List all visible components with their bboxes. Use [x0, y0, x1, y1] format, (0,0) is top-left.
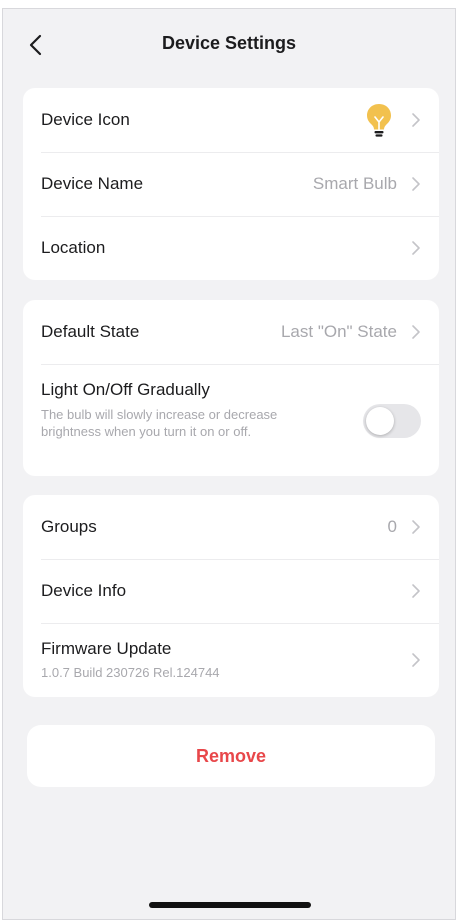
remove-label: Remove — [195, 745, 267, 766]
gradual-text: Light On/Off Gradually The bulb will slo… — [41, 380, 363, 440]
light-behavior-section: Default State Last "On" State Light On/O… — [23, 300, 439, 476]
firmware-version: 1.0.7 Build 230726 Rel.124744 — [41, 665, 220, 680]
chevron-right-icon — [411, 112, 421, 128]
nav-bar: Device Settings — [3, 9, 455, 81]
groups-row[interactable]: Groups 0 — [23, 495, 439, 559]
device-icon-row[interactable]: Device Icon — [23, 88, 439, 152]
chevron-right-icon — [411, 652, 421, 668]
firmware-row[interactable]: Firmware Update 1.0.7 Build 230726 Rel.1… — [23, 623, 439, 697]
gradual-description: The bulb will slowly increase or decreas… — [41, 407, 278, 439]
gradual-row: Light On/Off Gradually The bulb will slo… — [23, 364, 439, 476]
gradual-toggle[interactable] — [363, 404, 421, 438]
gradual-label: Light On/Off Gradually — [41, 380, 210, 399]
chevron-right-icon — [411, 324, 421, 340]
default-state-value: Last "On" State — [280, 322, 397, 341]
chevron-right-icon — [411, 176, 421, 192]
chevron-right-icon — [411, 519, 421, 535]
home-indicator — [149, 902, 311, 908]
screen: Device Settings Device Icon Device Name … — [2, 8, 456, 920]
page-title: Device Settings — [161, 33, 297, 53]
chevron-right-icon — [411, 240, 421, 256]
device-info-row[interactable]: Device Info — [23, 559, 439, 623]
default-state-row[interactable]: Default State Last "On" State — [23, 300, 439, 364]
chevron-right-icon — [411, 583, 421, 599]
lightbulb-icon — [367, 104, 391, 137]
device-info-label: Device Info — [41, 581, 127, 600]
remove-button[interactable]: Remove — [27, 725, 435, 787]
groups-value: 0 — [387, 517, 397, 536]
default-state-label: Default State — [41, 322, 140, 341]
device-name-label: Device Name — [41, 174, 144, 193]
firmware-label: Firmware Update — [41, 639, 172, 658]
device-name-row[interactable]: Device Name Smart Bulb — [23, 152, 439, 216]
location-label: Location — [41, 238, 106, 257]
firmware-text: Firmware Update 1.0.7 Build 230726 Rel.1… — [41, 639, 411, 681]
device-name-value: Smart Bulb — [312, 174, 397, 193]
device-basic-section: Device Icon Device Name Smart Bulb Locat… — [23, 88, 439, 280]
groups-label: Groups — [41, 517, 97, 536]
toggle-knob — [366, 407, 394, 435]
location-row[interactable]: Location — [23, 216, 439, 280]
device-icon-label: Device Icon — [41, 110, 130, 129]
device-extra-section: Groups 0 Device Info Firmware Update 1.0… — [23, 495, 439, 697]
